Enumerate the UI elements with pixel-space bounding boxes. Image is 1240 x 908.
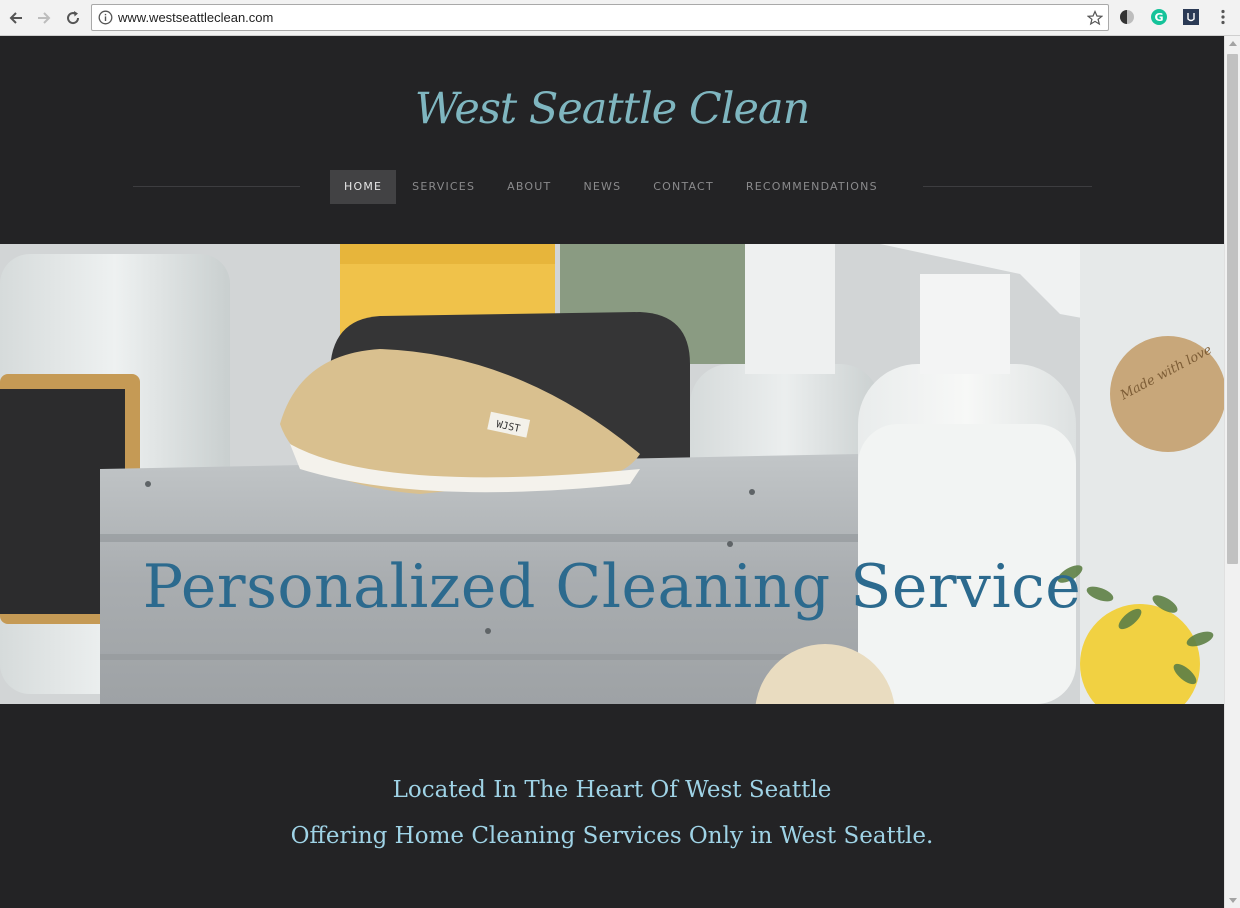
- chevron-up-icon: [1229, 41, 1237, 46]
- nav-item-recommendations[interactable]: RECOMMENDATIONS: [730, 170, 894, 204]
- nav-item-news[interactable]: NEWS: [567, 170, 637, 204]
- chevron-down-icon: [1229, 898, 1237, 903]
- nav-item-about[interactable]: ABOUT: [491, 170, 567, 204]
- browser-toolbar: www.westseattleclean.com G: [0, 0, 1240, 36]
- address-bar[interactable]: www.westseattleclean.com: [91, 4, 1109, 31]
- extension-halfcircle-icon[interactable]: [1118, 8, 1136, 26]
- star-icon[interactable]: [1087, 10, 1103, 26]
- scroll-down-button[interactable]: [1225, 894, 1240, 908]
- hero-headline: Personalized Cleaning Service: [142, 552, 1082, 622]
- scroll-thumb[interactable]: [1227, 54, 1238, 564]
- grammarly-icon[interactable]: G: [1150, 8, 1168, 26]
- url-text[interactable]: www.westseattleclean.com: [118, 10, 273, 25]
- forward-arrow-icon: [38, 12, 51, 24]
- nav-divider-right: [923, 186, 1092, 187]
- hero-image: Made with love WJST: [0, 244, 1224, 704]
- reload-icon: [67, 11, 80, 25]
- back-button[interactable]: [5, 7, 27, 29]
- main-nav: HOME SERVICES ABOUT NEWS CONTACT RECOMME…: [330, 170, 894, 204]
- nav-item-home[interactable]: HOME: [330, 170, 397, 204]
- svg-text:G: G: [1154, 11, 1163, 24]
- page-scrollbar[interactable]: [1224, 36, 1240, 908]
- services-tagline: Offering Home Cleaning Services Only in …: [290, 823, 934, 849]
- info-icon[interactable]: [98, 10, 113, 25]
- hero-banner: Made with love WJST Personalized Cleanin…: [0, 244, 1224, 704]
- web-page: West Seattle Clean HOME SERVICES ABOUT N…: [0, 36, 1224, 908]
- forward-button[interactable]: [33, 7, 55, 29]
- nav-item-services[interactable]: SERVICES: [396, 170, 491, 204]
- site-title[interactable]: West Seattle Clean: [0, 84, 1224, 134]
- scroll-up-button[interactable]: [1225, 36, 1240, 50]
- back-arrow-icon: [9, 12, 22, 24]
- menu-dots-icon[interactable]: [1214, 8, 1232, 26]
- extension-square-icon[interactable]: [1182, 8, 1200, 26]
- location-tagline: Located In The Heart Of West Seattle: [392, 777, 832, 803]
- reload-button[interactable]: [62, 7, 84, 29]
- nav-divider-left: [133, 186, 300, 187]
- nav-item-contact[interactable]: CONTACT: [637, 170, 730, 204]
